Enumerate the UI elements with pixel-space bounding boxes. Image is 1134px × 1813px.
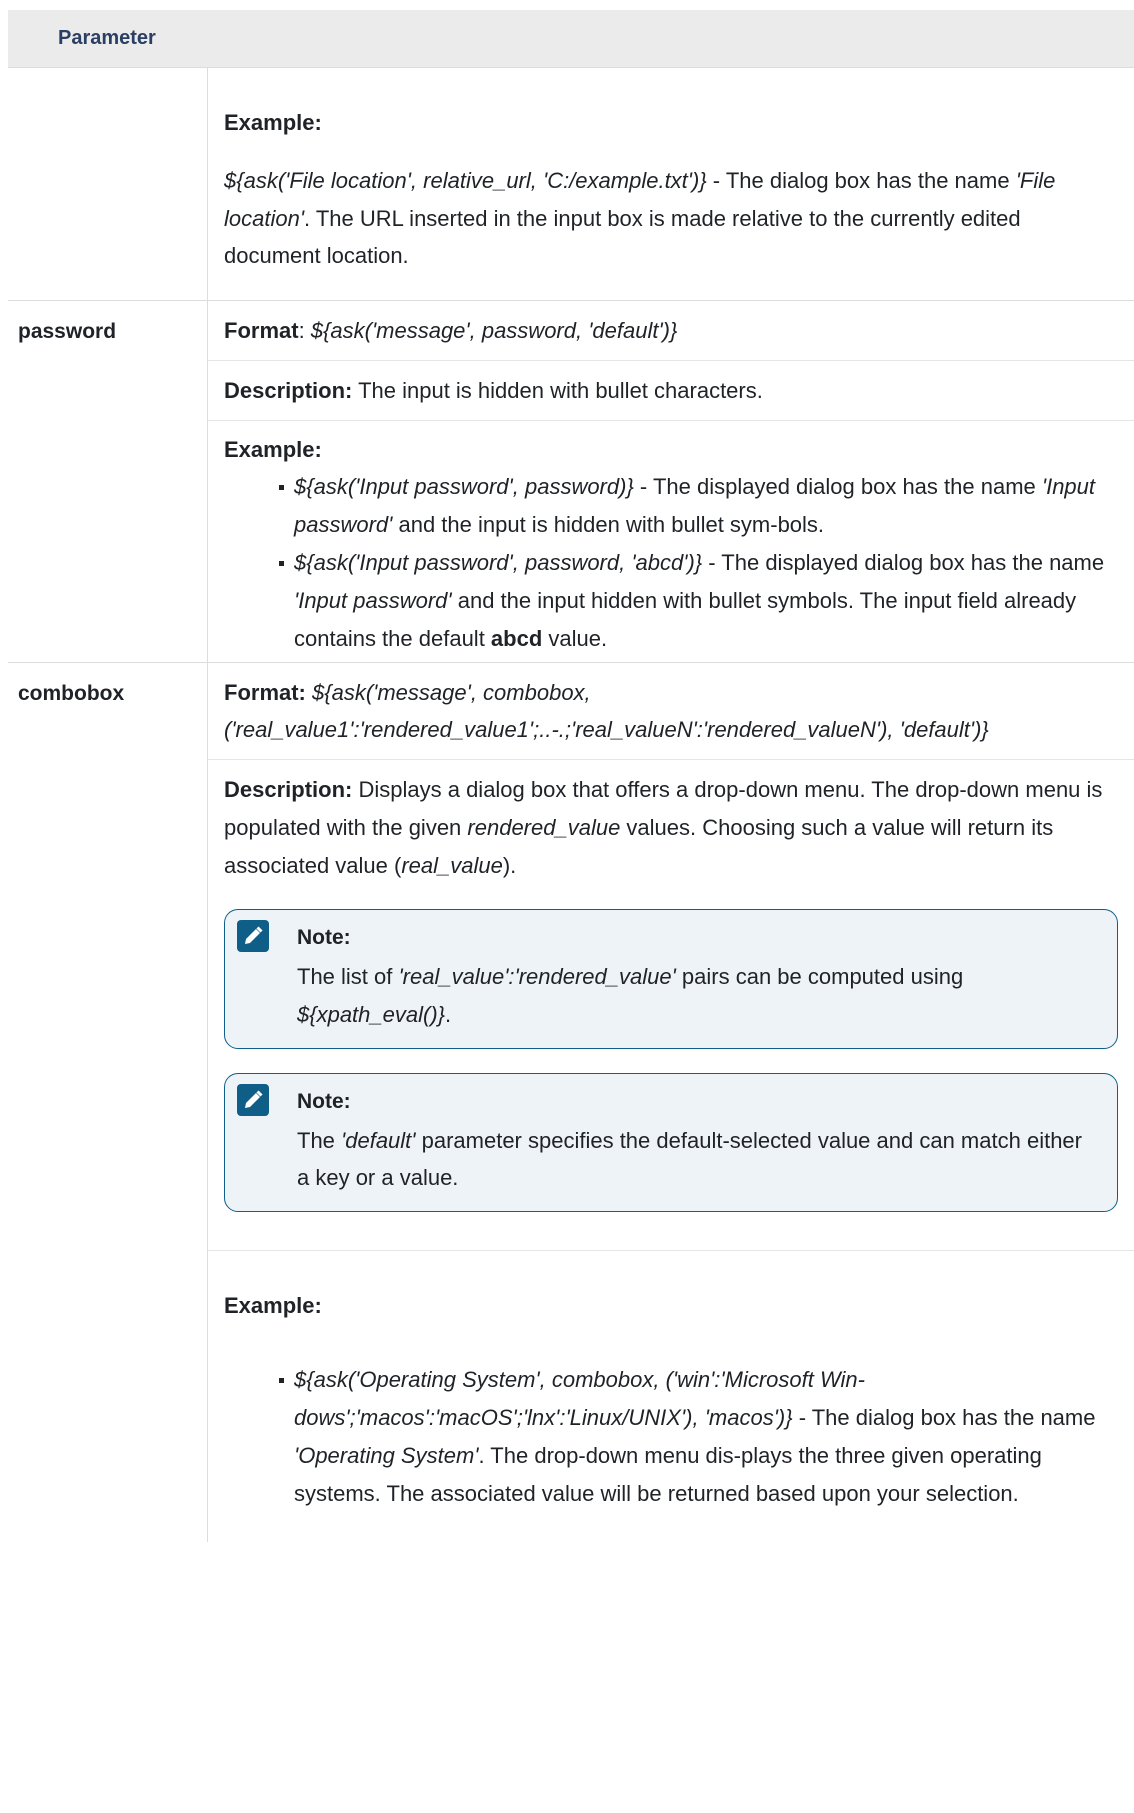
format-text: Format: ${ask('message', password, 'defa… xyxy=(224,312,1122,350)
description-italic: rendered_value xyxy=(467,815,621,841)
list-item: ${ask('Input password', password)} - The… xyxy=(279,468,1122,544)
default-value: abcd xyxy=(490,625,543,651)
description-body: The input is hidden with bullet characte… xyxy=(352,377,763,403)
note-box: Note: The 'default' parameter specifies … xyxy=(224,1072,1118,1213)
param-name-password: password xyxy=(18,320,117,343)
description-cell: Description: The input is hidden with bu… xyxy=(208,361,1134,421)
description-body: ). xyxy=(502,852,517,878)
format-label: Format: xyxy=(224,679,306,705)
example-text: ${ask('File location', relative_url, 'C:… xyxy=(224,162,1122,275)
note-box: Note: The list of 'real_value':'rendered… xyxy=(224,908,1118,1049)
example-cell: Example: ${ask('File location', relative… xyxy=(208,68,1134,289)
example-dialog-name: 'Operating System' xyxy=(294,1442,479,1468)
table-header: Parameter xyxy=(8,10,1134,68)
list-item-text: value. xyxy=(542,625,608,651)
list-item: ${ask('Input password', password, 'abcd'… xyxy=(279,544,1122,657)
note-title: Note: xyxy=(297,1089,351,1113)
note-body: pairs can be computed using xyxy=(675,963,964,989)
example-cell: Example: ${ask('Operating System', combo… xyxy=(208,1251,1134,1542)
format-cell: Format: ${ask('message', combobox, ('rea… xyxy=(208,663,1134,761)
description-label: Description: xyxy=(224,777,353,803)
note-italic: ${xpath_eval()} xyxy=(297,1001,445,1027)
format-code: ${ask('message', password, 'default')} xyxy=(310,318,678,343)
table-row-combobox: combobox Format: ${ask('message', combob… xyxy=(8,662,1134,1543)
list-item-text: and the input is hidden with bullet sym-… xyxy=(392,512,825,538)
example-code: ${ask('File location', relative_url, 'C:… xyxy=(224,167,707,193)
example-label: Example: xyxy=(224,436,322,462)
example-code: ${ask('Input password', password, 'abcd'… xyxy=(294,550,703,576)
row-content-cell: Example: ${ask('File location', relative… xyxy=(208,68,1134,300)
table-row-password: password Format: ${ask('message', passwo… xyxy=(8,301,1134,663)
row-name-cell xyxy=(8,68,208,300)
description-italic: real_value xyxy=(401,852,503,878)
note-italic: 'default' xyxy=(341,1127,416,1153)
pencil-note-icon xyxy=(237,1083,269,1116)
pencil-note-icon xyxy=(237,919,269,952)
header-parameter: Parameter xyxy=(58,27,156,50)
note-body: The xyxy=(297,1127,342,1153)
list-item: ${ask('Operating System', combobox, ('wi… xyxy=(279,1361,1122,1512)
list-item-text: - The displayed dialog box has the name xyxy=(633,474,1042,500)
note-italic: 'real_value':'rendered_value' xyxy=(398,963,676,989)
description-cell: Description: Displays a dialog box that … xyxy=(208,760,1134,1252)
note-text: The 'default' parameter specifies the de… xyxy=(297,1122,1099,1198)
example-dialog-name: 'Input password' xyxy=(294,587,452,613)
example-list: ${ask('Input password', password)} - The… xyxy=(224,468,1122,657)
example-text-2: . The URL inserted in the input box is m… xyxy=(224,205,1021,269)
row-content-cell: Format: ${ask('message', combobox, ('rea… xyxy=(208,663,1134,1543)
description-label: Description: xyxy=(224,377,353,403)
example-label: Example: xyxy=(224,110,322,135)
row-name-cell: combobox xyxy=(8,662,208,1543)
note-title: Note: xyxy=(297,925,351,949)
param-name-combobox: combobox xyxy=(18,681,125,705)
list-item-text: - The displayed dialog box has the name xyxy=(702,550,1105,576)
description-text: Description: The input is hidden with bu… xyxy=(224,372,1122,410)
note-body: . xyxy=(445,1001,452,1027)
format-text: Format: ${ask('message', combobox, ('rea… xyxy=(224,674,1122,750)
example-cell: Example: ${ask('Input password', passwor… xyxy=(208,421,1134,662)
list-item-text: - The dialog box has the name xyxy=(792,1404,1096,1430)
note-body: The list of xyxy=(297,963,399,989)
row-content-cell: Format: ${ask('message', password, 'defa… xyxy=(208,301,1134,662)
example-text-1: - The dialog box has the name xyxy=(706,167,1016,193)
note-text: The list of 'real_value':'rendered_value… xyxy=(297,958,1099,1034)
format-code: ${ask('message', combobox, ('real_value1… xyxy=(224,679,989,743)
example-label: Example: xyxy=(224,1293,322,1319)
example-list: ${ask('Operating System', combobox, ('wi… xyxy=(224,1361,1122,1512)
format-sep: : xyxy=(298,318,311,343)
format-cell: Format: ${ask('message', password, 'defa… xyxy=(208,301,1134,361)
description-text: Description: Displays a dialog box that … xyxy=(224,771,1122,884)
example-code: ${ask('Input password', password)} xyxy=(294,474,634,500)
table-row-relative-url: Example: ${ask('File location', relative… xyxy=(8,68,1134,301)
format-label: Format xyxy=(224,318,299,343)
example-code: ${ask('Operating System', combobox, ('wi… xyxy=(294,1367,865,1430)
parameter-table: Parameter Example: ${ask('File location'… xyxy=(8,10,1134,1543)
row-name-cell: password xyxy=(8,301,208,662)
note-body: parameter specifies the default-selected… xyxy=(297,1127,1082,1191)
